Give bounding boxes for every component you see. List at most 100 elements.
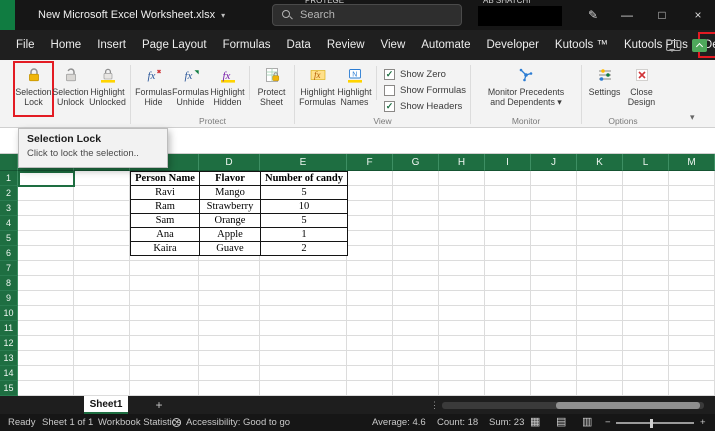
grid-cell[interactable] xyxy=(18,186,74,201)
column-header-f[interactable]: F xyxy=(347,154,393,171)
grid-cell[interactable] xyxy=(74,291,130,306)
grid-cell[interactable] xyxy=(393,291,439,306)
grid-cell[interactable] xyxy=(531,201,577,216)
ribbon-button-selection-unlock[interactable]: Selection Unlock xyxy=(52,63,89,115)
grid-cell[interactable] xyxy=(623,306,669,321)
tab-file[interactable]: File xyxy=(8,30,43,60)
grid-cell[interactable] xyxy=(531,246,577,261)
grid-cell[interactable] xyxy=(393,231,439,246)
grid-cell[interactable] xyxy=(130,351,199,366)
column-header-i[interactable]: I xyxy=(485,154,531,171)
grid-cell[interactable] xyxy=(485,321,531,336)
grid-cell[interactable] xyxy=(199,306,260,321)
grid-cell[interactable] xyxy=(577,366,623,381)
grid-cell[interactable] xyxy=(18,366,74,381)
grid-cell[interactable] xyxy=(669,336,715,351)
grid-cell[interactable] xyxy=(74,171,130,186)
grid-cell[interactable] xyxy=(623,216,669,231)
grid-cell[interactable] xyxy=(531,381,577,396)
maximize-button[interactable]: □ xyxy=(647,0,677,30)
grid-cell[interactable] xyxy=(439,351,485,366)
horizontal-scrollbar-thumb[interactable] xyxy=(556,402,700,409)
table-cell[interactable]: Kaira xyxy=(130,241,200,256)
grid-cell[interactable] xyxy=(577,291,623,306)
grid-cell[interactable] xyxy=(18,261,74,276)
grid-cell[interactable] xyxy=(393,351,439,366)
grid-cell[interactable] xyxy=(577,351,623,366)
grid-cell[interactable] xyxy=(74,351,130,366)
tab-data[interactable]: Data xyxy=(279,30,319,60)
search-box[interactable]: Search xyxy=(272,4,462,26)
grid-cell[interactable] xyxy=(260,351,347,366)
grid-cell[interactable] xyxy=(260,366,347,381)
grid-cell[interactable] xyxy=(130,261,199,276)
grid-cell[interactable] xyxy=(577,261,623,276)
grid-cell[interactable] xyxy=(199,336,260,351)
grid-cell[interactable] xyxy=(130,366,199,381)
grid-cell[interactable] xyxy=(531,321,577,336)
row-header-10[interactable]: 10 xyxy=(0,306,18,321)
grid-cell[interactable] xyxy=(74,366,130,381)
row-header-15[interactable]: 15 xyxy=(0,381,18,396)
sheet-tab-sheet1[interactable]: Sheet1 xyxy=(84,396,128,414)
grid-cell[interactable] xyxy=(439,171,485,186)
grid-cell[interactable] xyxy=(623,321,669,336)
grid-cell[interactable] xyxy=(531,336,577,351)
ribbon-button-protect-sheet[interactable]: Protect Sheet xyxy=(253,63,290,115)
grid-cell[interactable] xyxy=(531,351,577,366)
grid-cell[interactable] xyxy=(669,351,715,366)
grid-cell[interactable] xyxy=(439,246,485,261)
pen-icon[interactable]: ✎ xyxy=(578,0,608,30)
grid-cell[interactable] xyxy=(577,216,623,231)
grid-cell[interactable] xyxy=(669,246,715,261)
grid-cell[interactable] xyxy=(199,276,260,291)
grid-cell[interactable] xyxy=(439,276,485,291)
page-layout-view-icon[interactable]: ▤ xyxy=(556,414,566,431)
grid-cell[interactable] xyxy=(393,336,439,351)
grid-cell[interactable] xyxy=(260,336,347,351)
grid-cell[interactable] xyxy=(485,381,531,396)
row-header-8[interactable]: 8 xyxy=(0,276,18,291)
grid-cell[interactable] xyxy=(18,351,74,366)
grid-cell[interactable] xyxy=(669,231,715,246)
grid-cell[interactable] xyxy=(260,306,347,321)
grid-cell[interactable] xyxy=(130,291,199,306)
grid-cell[interactable] xyxy=(347,381,393,396)
zoom-slider[interactable] xyxy=(616,418,694,428)
minimize-button[interactable]: — xyxy=(612,0,642,30)
tab-review[interactable]: Review xyxy=(319,30,373,60)
excel-logo[interactable] xyxy=(0,0,15,30)
grid-cell[interactable] xyxy=(485,306,531,321)
grid-cell[interactable] xyxy=(199,261,260,276)
grid-cell[interactable] xyxy=(74,381,130,396)
share-icon[interactable] xyxy=(692,38,707,52)
grid-cell[interactable] xyxy=(485,201,531,216)
grid-cell[interactable] xyxy=(669,366,715,381)
zoom-slider-thumb[interactable] xyxy=(650,418,653,428)
grid-cell[interactable] xyxy=(531,186,577,201)
ribbon-button-highlight-hidden[interactable]: fx Highlight Hidden xyxy=(209,63,246,115)
grid-cell[interactable] xyxy=(18,381,74,396)
table-cell[interactable]: Apple xyxy=(199,227,261,242)
grid-cell[interactable] xyxy=(74,321,130,336)
horizontal-scrollbar[interactable] xyxy=(442,402,704,409)
grid-cell[interactable] xyxy=(485,171,531,186)
close-button[interactable]: × xyxy=(683,0,713,30)
column-header-l[interactable]: L xyxy=(623,154,669,171)
grid-cell[interactable] xyxy=(393,366,439,381)
grid-cell[interactable] xyxy=(623,246,669,261)
grid-cell[interactable] xyxy=(485,246,531,261)
grid-cell[interactable] xyxy=(18,336,74,351)
grid-cell[interactable] xyxy=(577,321,623,336)
row-header-5[interactable]: 5 xyxy=(0,231,18,246)
grid-cell[interactable] xyxy=(439,366,485,381)
grid-cell[interactable] xyxy=(669,171,715,186)
row-header-7[interactable]: 7 xyxy=(0,261,18,276)
grid-cell[interactable] xyxy=(623,381,669,396)
collapse-ribbon-icon[interactable]: ▾ xyxy=(690,112,695,123)
column-header-e[interactable]: E xyxy=(260,154,347,171)
grid-cell[interactable] xyxy=(531,366,577,381)
table-header-cell[interactable]: Person Name xyxy=(130,171,200,186)
grid-cell[interactable] xyxy=(577,171,623,186)
table-cell[interactable]: 10 xyxy=(260,199,348,214)
